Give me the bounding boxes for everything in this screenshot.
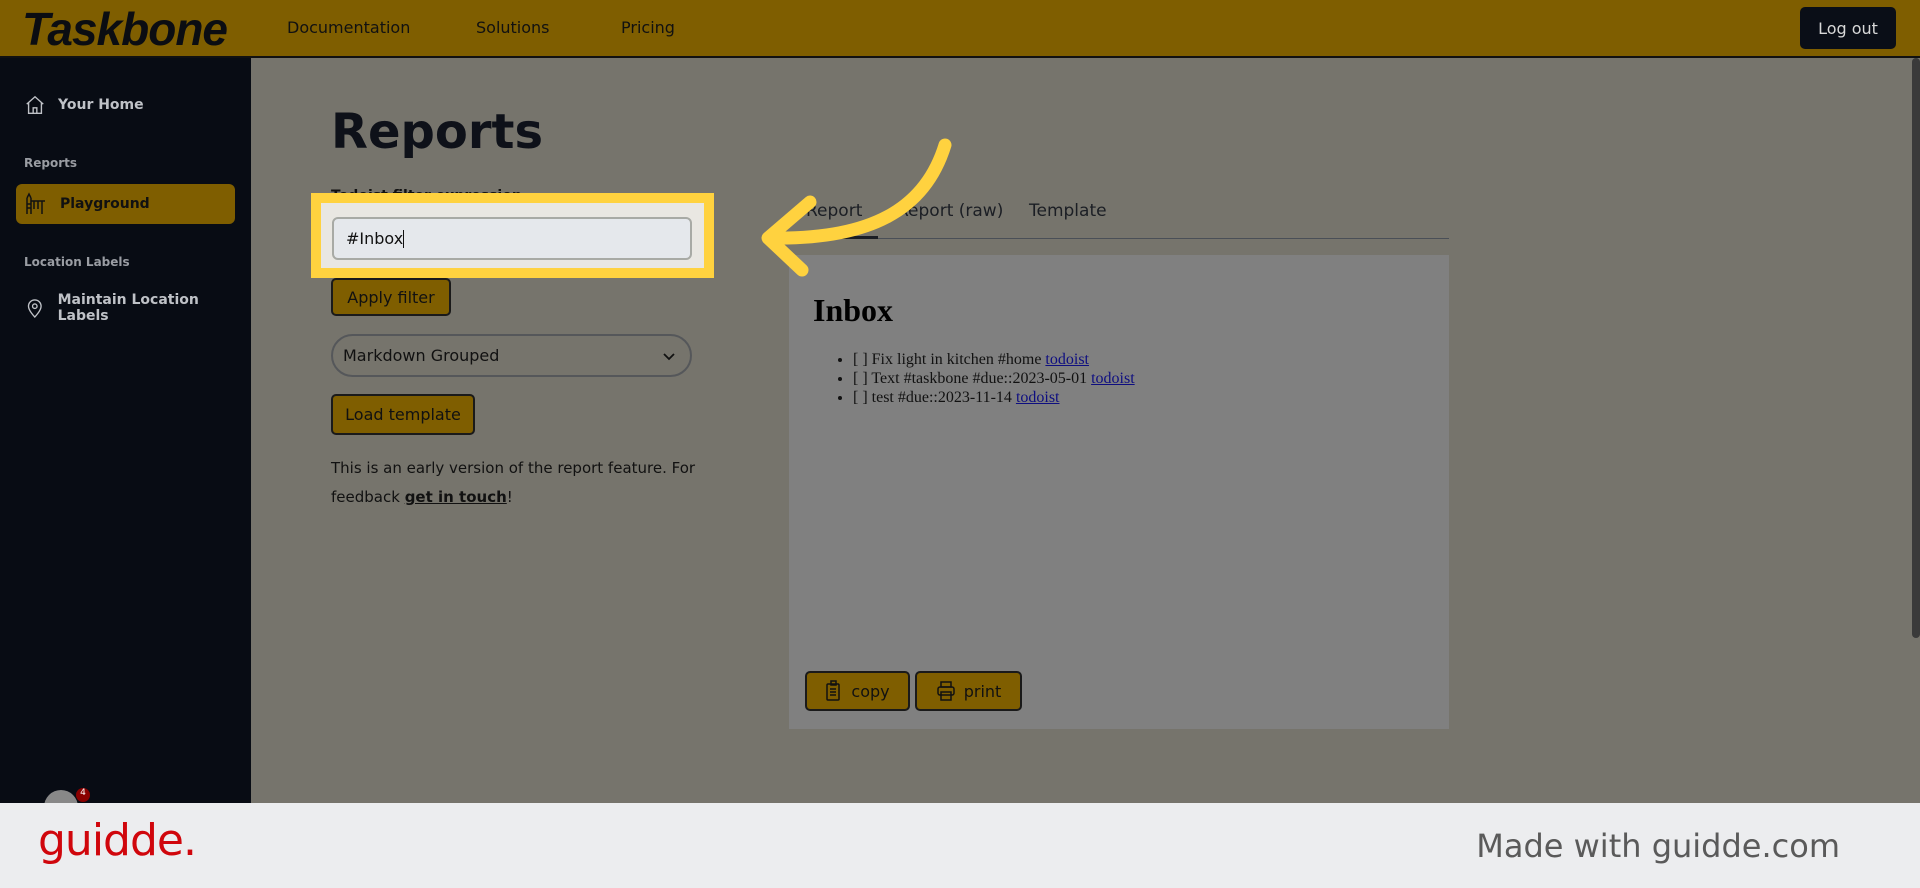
print-label: print xyxy=(963,681,1002,701)
select-value: Markdown Grouped xyxy=(343,346,500,365)
nav-documentation[interactable]: Documentation xyxy=(287,18,410,37)
apply-filter-button[interactable]: Apply filter xyxy=(331,278,451,316)
item-text: [ ] test #due::2023-11-14 xyxy=(853,389,1016,406)
scrollbar[interactable] xyxy=(1912,58,1920,638)
note-text: This is an early version of the report f… xyxy=(331,459,696,506)
item-text: [ ] Fix light in kitchen #home xyxy=(853,351,1046,368)
annotation-arrow-icon xyxy=(761,138,952,277)
todoist-link[interactable]: todoist xyxy=(1091,370,1135,387)
map-pin-icon xyxy=(27,299,42,318)
feature-note: This is an early version of the report f… xyxy=(331,454,701,512)
home-icon xyxy=(26,95,44,114)
sidebar-item-label: Playground xyxy=(60,196,150,212)
logout-button[interactable]: Log out xyxy=(1800,7,1896,49)
todoist-link[interactable]: todoist xyxy=(1016,389,1060,406)
sidebar-item-playground[interactable]: Playground xyxy=(16,184,235,224)
made-with-text: Made with guidde.com xyxy=(1476,827,1840,865)
get-in-touch-link[interactable]: get in touch xyxy=(405,488,507,506)
load-template-button[interactable]: Load template xyxy=(331,394,475,435)
nav-pricing[interactable]: Pricing xyxy=(621,18,675,37)
list-item: [ ] test #due::2023-11-14 todoist xyxy=(853,388,1135,407)
clipboard-icon xyxy=(826,680,841,701)
sidebar-section-reports: Reports xyxy=(24,156,78,170)
sidebar-item-maintain-location-labels[interactable]: Maintain Location Labels xyxy=(24,292,251,324)
sidebar-item-home[interactable]: Your Home xyxy=(24,94,144,116)
copy-button[interactable]: copy xyxy=(805,671,910,711)
sidebar: Your Home Reports Playground Location La… xyxy=(0,58,251,803)
guidde-logo: guidde. xyxy=(38,815,197,866)
sidebar-item-label: Your Home xyxy=(58,97,144,113)
page-title: Reports xyxy=(331,104,544,160)
sidebar-item-label: Maintain Location Labels xyxy=(57,292,199,324)
list-item: [ ] Text #taskbone #due::2023-05-01 todo… xyxy=(853,369,1135,388)
logo[interactable]: Taskbone xyxy=(22,2,228,56)
filter-input-value: #Inbox xyxy=(346,229,404,248)
sidebar-section-location: Location Labels xyxy=(24,255,130,269)
footer: guidde. Made with guidde.com xyxy=(0,803,1920,888)
report-list: [ ] Fix light in kitchen #home todoist [… xyxy=(853,350,1135,407)
top-bar: Taskbone Documentation Solutions Pricing… xyxy=(0,0,1920,58)
item-text: [ ] Text #taskbone #due::2023-05-01 xyxy=(853,370,1092,387)
playground-icon xyxy=(26,192,45,214)
print-button[interactable]: print xyxy=(915,671,1022,711)
filter-input[interactable]: #Inbox xyxy=(332,217,692,260)
nav-solutions[interactable]: Solutions xyxy=(476,18,550,37)
notification-badge: 4 xyxy=(76,788,90,802)
chevron-down-icon xyxy=(663,352,675,360)
note-suffix: ! xyxy=(506,488,513,506)
todoist-link[interactable]: todoist xyxy=(1045,351,1089,368)
report-heading: Inbox xyxy=(813,292,894,328)
tab-template[interactable]: Template xyxy=(1029,201,1107,221)
list-item: [ ] Fix light in kitchen #home todoist xyxy=(853,350,1135,369)
template-select[interactable]: Markdown Grouped xyxy=(331,334,692,377)
copy-label: copy xyxy=(851,681,890,701)
printer-icon xyxy=(936,681,955,701)
